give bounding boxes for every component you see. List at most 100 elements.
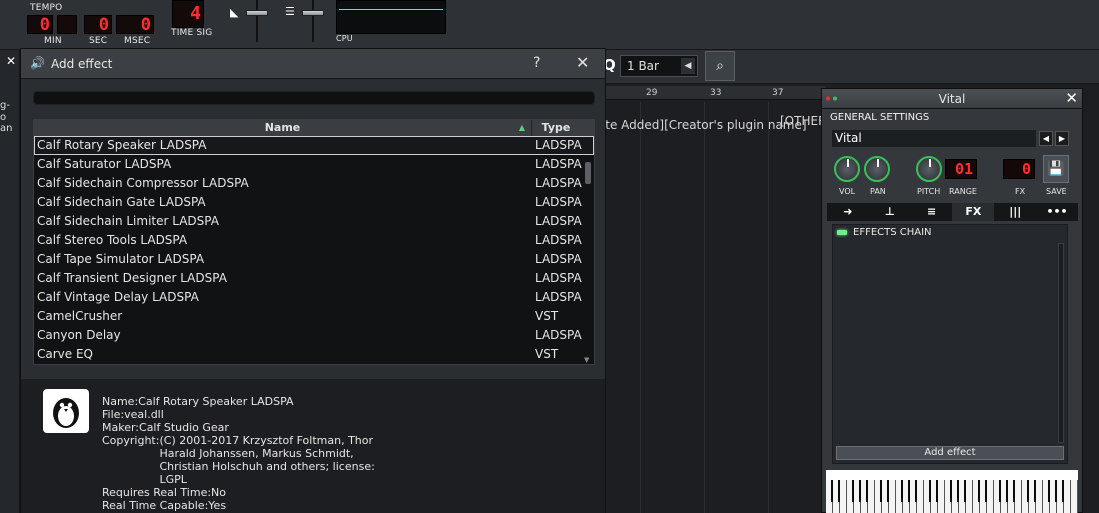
tab-more[interactable]: ••• bbox=[1036, 203, 1078, 221]
chevron-left-icon[interactable]: ◀ bbox=[1039, 131, 1053, 146]
master-volume-fader[interactable] bbox=[246, 10, 268, 16]
row-name: Calf Sidechain Compressor LADSPA bbox=[37, 176, 249, 190]
master-volume-icon: ◣ bbox=[230, 6, 239, 19]
scrollbar-thumb[interactable] bbox=[585, 162, 591, 184]
piano-keyboard[interactable] bbox=[826, 470, 1078, 513]
chevron-right-icon[interactable]: ▶ bbox=[1055, 131, 1069, 146]
tab-envelope[interactable]: ⊥ bbox=[869, 203, 911, 221]
row-type: LADSPA bbox=[535, 271, 582, 285]
white-key[interactable] bbox=[840, 480, 847, 513]
info-name-key: Name: bbox=[102, 395, 139, 408]
row-type: VST bbox=[535, 347, 559, 361]
effects-chain-toggle[interactable] bbox=[837, 230, 847, 235]
cut-text-1: g- bbox=[0, 100, 10, 111]
table-row[interactable]: CamelCrusher VST bbox=[34, 307, 594, 326]
timeline-ruler[interactable]: 29 33 37 bbox=[606, 86, 826, 100]
tab-midi[interactable]: ||| bbox=[994, 203, 1036, 221]
table-row[interactable]: Carve EQ VST bbox=[34, 345, 594, 364]
white-key[interactable] bbox=[868, 480, 875, 513]
white-key[interactable] bbox=[938, 480, 945, 513]
white-key[interactable] bbox=[1071, 480, 1078, 513]
info-rtcapable-value: Yes bbox=[208, 499, 227, 512]
vital-title: Vital bbox=[938, 92, 966, 106]
row-name: Calf Transient Designer LADSPA bbox=[37, 271, 227, 285]
info-realtime-value: No bbox=[211, 486, 227, 499]
volume-knob[interactable] bbox=[834, 156, 860, 182]
white-key[interactable] bbox=[1015, 480, 1022, 513]
sec-label: SEC bbox=[89, 36, 108, 46]
cpu-meter-line bbox=[339, 9, 443, 10]
white-key[interactable] bbox=[1064, 480, 1071, 513]
row-type: LADSPA bbox=[535, 195, 582, 209]
table-row[interactable]: Calf Transient Designer LADSPA LADSPA bbox=[34, 269, 594, 288]
white-key[interactable] bbox=[987, 480, 994, 513]
row-name: Calf Stereo Tools LADSPA bbox=[37, 233, 188, 247]
info-copyright-key: Copyright: bbox=[102, 434, 160, 447]
close-button[interactable]: ✕ bbox=[576, 53, 589, 72]
song-editor-toolbar: Q 1 Bar ◀ ⌕ bbox=[600, 50, 1099, 84]
info-file-key: File: bbox=[102, 408, 125, 421]
tab-fx[interactable]: FX bbox=[952, 203, 995, 221]
zoom-tool-button[interactable]: ⌕ bbox=[705, 51, 735, 81]
pitch-range-display[interactable]: 01 bbox=[945, 159, 977, 179]
fx-label: FX bbox=[1015, 187, 1026, 196]
help-button[interactable]: ? bbox=[533, 55, 540, 71]
search-input[interactable] bbox=[33, 91, 595, 105]
timeline-tick: 33 bbox=[710, 88, 722, 98]
grid-line bbox=[640, 102, 641, 513]
white-key[interactable] bbox=[966, 480, 973, 513]
table-row[interactable]: Calf Stereo Tools LADSPA LADSPA bbox=[34, 231, 594, 250]
pitch-knob[interactable] bbox=[916, 156, 942, 182]
time-min-display-2 bbox=[57, 15, 77, 34]
row-type: LADSPA bbox=[535, 328, 582, 342]
chevron-left-icon[interactable]: ◀ bbox=[681, 58, 695, 74]
column-header-name[interactable]: Name ▲ bbox=[34, 120, 532, 136]
penguin-plugin-icon bbox=[43, 389, 89, 433]
save-preset-button[interactable]: 💾 bbox=[1043, 155, 1069, 183]
tab-plugin[interactable]: ➜ bbox=[827, 203, 869, 221]
left-panel-strip: ✕ g- o an bbox=[0, 50, 20, 513]
column-header-type[interactable]: Type bbox=[532, 120, 580, 136]
close-icon[interactable]: ✕ bbox=[1065, 89, 1078, 107]
table-row[interactable]: Canyon Delay LADSPA bbox=[34, 326, 594, 345]
effects-scrollbar[interactable] bbox=[1058, 243, 1064, 443]
row-type: LADSPA bbox=[535, 252, 582, 266]
table-row[interactable]: Calf Tape Simulator LADSPA LADSPA bbox=[34, 250, 594, 269]
master-pitch-fader[interactable] bbox=[302, 10, 324, 16]
column-hint-text: [Date Added][Creator's plugin name] bbox=[584, 118, 807, 132]
row-name: Calf Sidechain Limiter LADSPA bbox=[37, 214, 219, 228]
table-row[interactable]: Calf Sidechain Limiter LADSPA LADSPA bbox=[34, 212, 594, 231]
zoom-select[interactable]: 1 Bar ◀ bbox=[620, 55, 698, 77]
tab-functions[interactable]: ≡ bbox=[911, 203, 953, 221]
table-scrollbar[interactable]: ▼ bbox=[584, 158, 592, 364]
table-row[interactable]: Calf Sidechain Gate LADSPA LADSPA bbox=[34, 193, 594, 212]
grid-line bbox=[768, 102, 769, 513]
row-type: VST bbox=[535, 309, 559, 323]
pan-knob[interactable] bbox=[864, 156, 890, 182]
dialog-titlebar[interactable]: 🔊 Add effect ? ✕ bbox=[21, 49, 605, 79]
master-pitch-track bbox=[312, 0, 314, 42]
tempo-label: TEMPO bbox=[30, 3, 63, 13]
instrument-tabs: ➜ ⊥ ≡ FX ||| ••• bbox=[827, 203, 1078, 221]
chevron-down-icon[interactable]: ▼ bbox=[584, 356, 589, 364]
table-row[interactable]: Calf Rotary Speaker LADSPA LADSPA bbox=[34, 136, 594, 155]
dialog-title: Add effect bbox=[51, 57, 113, 71]
table-row[interactable]: Calf Vintage Delay LADSPA LADSPA bbox=[34, 288, 594, 307]
timesig-label: TIME SIG bbox=[171, 28, 213, 38]
effects-chain-header: EFFECTS CHAIN bbox=[837, 227, 932, 238]
timesig-display[interactable]: 4 bbox=[172, 0, 204, 28]
cpu-label: CPU bbox=[336, 34, 353, 43]
add-effect-button[interactable]: Add effect bbox=[836, 446, 1064, 460]
table-row[interactable]: Calf Saturator LADSPA LADSPA bbox=[34, 155, 594, 174]
vital-titlebar[interactable]: Vital ✕ bbox=[822, 89, 1082, 109]
white-key[interactable] bbox=[1036, 480, 1043, 513]
fx-channel-display[interactable]: 0 bbox=[1003, 159, 1035, 179]
time-min-display: 0 bbox=[27, 15, 53, 34]
white-key[interactable] bbox=[917, 480, 924, 513]
close-icon[interactable]: ✕ bbox=[6, 54, 16, 68]
white-key[interactable] bbox=[889, 480, 896, 513]
table-row[interactable]: Calf Sidechain Compressor LADSPA LADSPA bbox=[34, 174, 594, 193]
preset-name-field[interactable]: Vital bbox=[832, 130, 1036, 147]
pan-label: PAN bbox=[870, 187, 886, 196]
volume-label: VOL bbox=[839, 187, 856, 196]
